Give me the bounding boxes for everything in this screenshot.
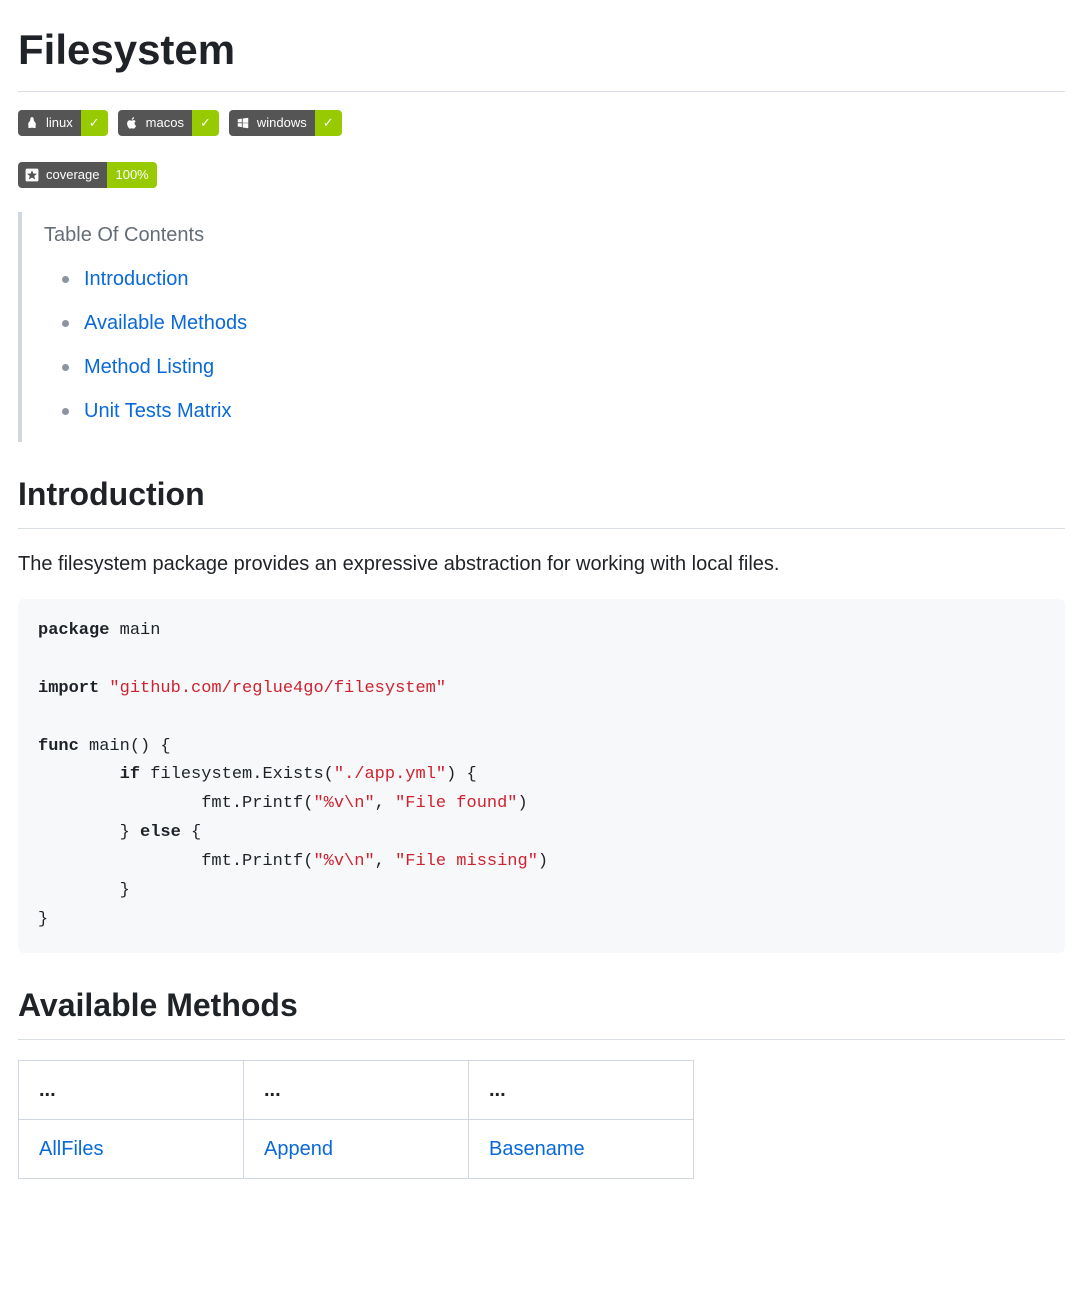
table-of-contents: Table Of Contents Introduction Available… bbox=[18, 212, 1065, 442]
table-header-row: ... ... ... bbox=[19, 1060, 694, 1119]
apple-icon bbox=[124, 115, 140, 131]
badge-windows: windows ✓ bbox=[229, 110, 342, 136]
toc-link-unit-tests-matrix[interactable]: Unit Tests Matrix bbox=[84, 400, 231, 422]
method-link-allfiles[interactable]: AllFiles bbox=[39, 1138, 103, 1160]
toc-link-method-listing[interactable]: Method Listing bbox=[84, 356, 214, 378]
star-icon bbox=[24, 167, 40, 183]
table-header: ... bbox=[469, 1060, 694, 1119]
introduction-body: The filesystem package provides an expre… bbox=[18, 549, 1065, 579]
badge-linux-label: linux bbox=[46, 113, 73, 133]
page-title: Filesystem bbox=[18, 18, 1065, 92]
badge-macos-label: macos bbox=[146, 113, 184, 133]
badge-coverage: coverage 100% bbox=[18, 162, 157, 188]
methods-table: ... ... ... AllFiles Append Basename bbox=[18, 1060, 694, 1179]
windows-icon bbox=[235, 115, 251, 131]
table-header: ... bbox=[244, 1060, 469, 1119]
badge-linux: linux ✓ bbox=[18, 110, 108, 136]
badge-coverage-value: 100% bbox=[107, 162, 156, 188]
method-link-append[interactable]: Append bbox=[264, 1138, 333, 1160]
code-example: package main import "github.com/reglue4g… bbox=[18, 599, 1065, 953]
badge-windows-value: ✓ bbox=[315, 110, 342, 136]
table-header: ... bbox=[19, 1060, 244, 1119]
badge-macos-value: ✓ bbox=[192, 110, 219, 136]
badge-windows-label: windows bbox=[257, 113, 307, 133]
method-link-basename[interactable]: Basename bbox=[489, 1138, 585, 1160]
badge-linux-value: ✓ bbox=[81, 110, 108, 136]
toc-link-available-methods[interactable]: Available Methods bbox=[84, 312, 247, 334]
badge-row-platforms: linux ✓ macos ✓ windows ✓ bbox=[18, 110, 1065, 136]
table-row: AllFiles Append Basename bbox=[19, 1119, 694, 1178]
badge-coverage-label: coverage bbox=[46, 165, 99, 185]
heading-available-methods: Available Methods bbox=[18, 981, 1065, 1040]
heading-introduction: Introduction bbox=[18, 470, 1065, 529]
toc-link-introduction[interactable]: Introduction bbox=[84, 268, 189, 290]
linux-icon bbox=[24, 115, 40, 131]
badge-macos: macos ✓ bbox=[118, 110, 219, 136]
toc-title: Table Of Contents bbox=[44, 220, 1065, 250]
badge-row-coverage: coverage 100% bbox=[18, 162, 1065, 188]
